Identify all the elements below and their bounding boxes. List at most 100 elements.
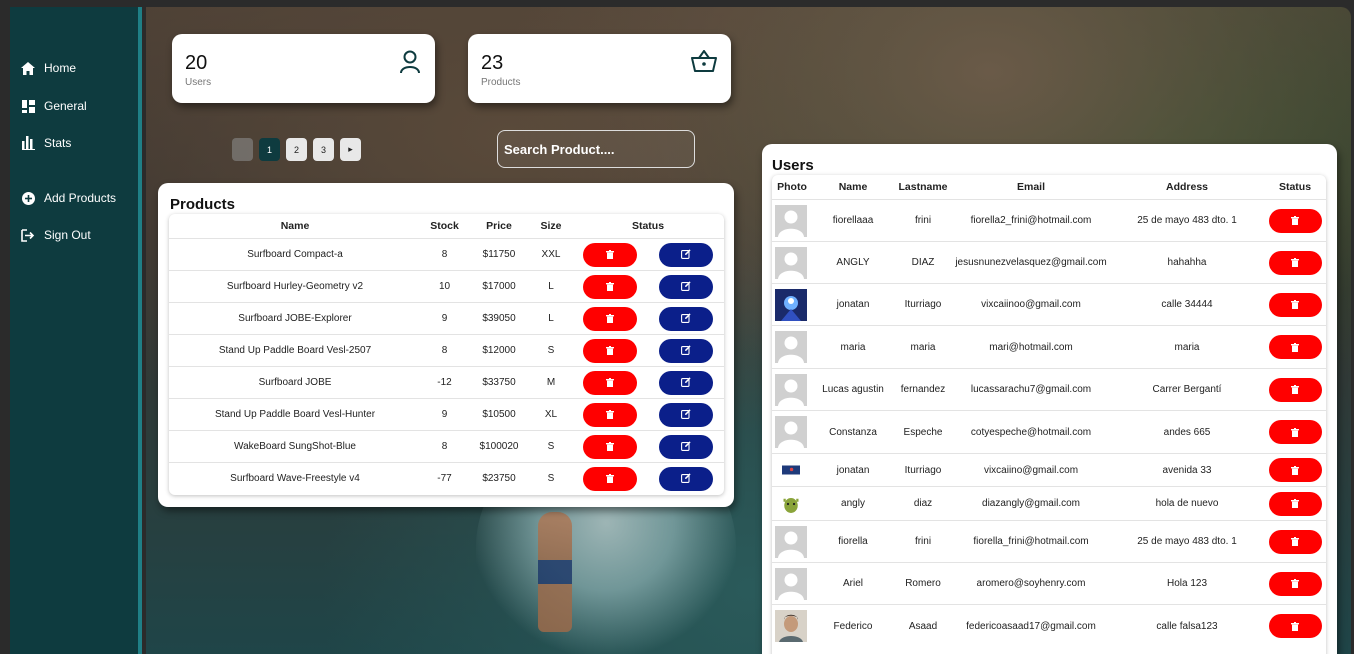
page-button-3[interactable]: 3: [313, 138, 334, 161]
col-name: Name: [838, 181, 868, 193]
edit-cell: [648, 430, 724, 463]
edit-product-button[interactable]: [659, 434, 713, 459]
delete-user-button[interactable]: [1268, 250, 1322, 275]
delete-user-button[interactable]: [1268, 491, 1322, 516]
product-price: $33750: [468, 366, 530, 399]
edit-icon: [681, 343, 691, 358]
user-row: Ariel Romero aromero@soyhenry.com Hola 123: [772, 562, 1326, 605]
delete-user-button[interactable]: [1268, 208, 1322, 233]
users-table: Photo Name Lastname Email Address Status…: [772, 175, 1326, 648]
delete-user-button[interactable]: [1268, 529, 1322, 554]
product-name: Surfboard JOBE: [169, 366, 421, 399]
edit-product-button[interactable]: [659, 466, 713, 491]
user-row: ANGLY DIAZ jesusnunezvelasquez@gmail.com ha…: [772, 241, 1326, 284]
trash-icon: [606, 311, 614, 326]
trash-icon: [606, 343, 614, 358]
user-name: jonatan: [812, 453, 894, 487]
delete-cell: [572, 462, 648, 495]
edit-product-button[interactable]: [659, 370, 713, 395]
edit-product-button[interactable]: [659, 338, 713, 363]
delete-product-button[interactable]: [583, 306, 637, 331]
col-photo: Photo: [777, 181, 807, 193]
avatar: [773, 204, 811, 237]
edit-cell: [648, 238, 724, 271]
delete-user-button[interactable]: [1268, 377, 1322, 402]
delete-user-button[interactable]: [1268, 420, 1322, 444]
delete-user-button[interactable]: [1268, 614, 1322, 639]
product-stock: 8: [421, 334, 468, 367]
sidebar-item-sign-out[interactable]: Sign Out: [20, 227, 91, 243]
sidebar-item-general[interactable]: General: [20, 98, 87, 114]
user-lastname: Romero: [894, 562, 952, 605]
user-address: hahahha: [1110, 241, 1264, 284]
sidebar-item-home[interactable]: Home: [20, 60, 76, 76]
user-address: hola de nuevo: [1110, 486, 1264, 521]
user-address: calle falsa123: [1110, 604, 1264, 648]
edit-product-button[interactable]: [659, 402, 713, 427]
delete-user-button[interactable]: [1268, 458, 1322, 482]
edit-icon: [681, 375, 691, 390]
product-size: L: [530, 270, 572, 303]
user-email: vixcaiino@gmail.com: [952, 453, 1110, 487]
products-header-row: Name Stock Price Size Status: [169, 214, 724, 239]
user-photo-cell: [772, 368, 812, 411]
user-lastname: Asaad: [894, 604, 952, 648]
sidebar-item-stats[interactable]: Stats: [20, 135, 71, 151]
users-label: Users: [185, 77, 212, 88]
user-row: fiorellaaa frini fiorella2_frini@hotmail.c…: [772, 199, 1326, 242]
edit-icon: [681, 311, 691, 326]
product-row: Surfboard JOBE-Explorer 9 $39050 L: [169, 302, 724, 335]
delete-user-button[interactable]: [1268, 292, 1322, 317]
status-cell: [1264, 562, 1326, 605]
delete-product-button[interactable]: [583, 466, 637, 491]
delete-product-button[interactable]: [583, 242, 637, 267]
user-email: fiorella2_frini@hotmail.com: [952, 199, 1110, 242]
prev-page-button[interactable]: [232, 138, 253, 161]
col-size: Size: [540, 220, 562, 232]
sidebar-item-add-products[interactable]: Add Products: [20, 190, 116, 206]
users-table-wrap: Photo Name Lastname Email Address Status…: [772, 175, 1326, 654]
page-button-1[interactable]: 1: [259, 138, 280, 161]
edit-product-button[interactable]: [659, 274, 713, 299]
page-button-2[interactable]: 2: [286, 138, 307, 161]
delete-cell: [572, 366, 648, 399]
user-email: cotyespeche@hotmail.com: [952, 410, 1110, 454]
edit-icon: [681, 439, 691, 454]
status-cell: [1264, 520, 1326, 563]
user-row: Constanza Espeche cotyespeche@hotmail.com a…: [772, 410, 1326, 454]
trash-icon: [1291, 382, 1299, 397]
user-name: fiorella: [812, 520, 894, 563]
user-email: jesusnunezvelasquez@gmail.com: [952, 241, 1110, 284]
search-input[interactable]: [497, 130, 695, 168]
user-photo-cell: [772, 486, 812, 521]
product-name: WakeBoard SungShot-Blue: [169, 430, 421, 463]
delete-user-button[interactable]: [1268, 571, 1322, 596]
status-cell: [1264, 604, 1326, 648]
plus-circle-icon: [20, 190, 36, 206]
avatar: [773, 416, 811, 448]
delete-product-button[interactable]: [583, 370, 637, 395]
edit-icon: [681, 407, 691, 422]
user-row: jonatan Iturriago vixcaiino@gmail.com aveni…: [772, 453, 1326, 487]
product-size: S: [530, 430, 572, 463]
user-email: aromero@soyhenry.com: [952, 562, 1110, 605]
delete-product-button[interactable]: [583, 274, 637, 299]
avatar: [773, 246, 811, 279]
avatar: [773, 373, 811, 406]
edit-product-button[interactable]: [659, 242, 713, 267]
user-name: Ariel: [812, 562, 894, 605]
user-email: federicoasaad17@gmail.com: [952, 604, 1110, 648]
status-cell: [1264, 241, 1326, 284]
next-page-button[interactable]: ▸: [340, 138, 361, 161]
user-name: maria: [812, 325, 894, 369]
product-size: S: [530, 334, 572, 367]
edit-product-button[interactable]: [659, 306, 713, 331]
col-name: Name: [280, 220, 310, 232]
delete-product-button[interactable]: [583, 338, 637, 363]
delete-user-button[interactable]: [1268, 335, 1322, 359]
user-name: angly: [812, 486, 894, 521]
product-size: XL: [530, 398, 572, 431]
user-email: fiorella_frini@hotmail.com: [952, 520, 1110, 563]
delete-product-button[interactable]: [583, 402, 637, 427]
delete-product-button[interactable]: [583, 434, 637, 459]
